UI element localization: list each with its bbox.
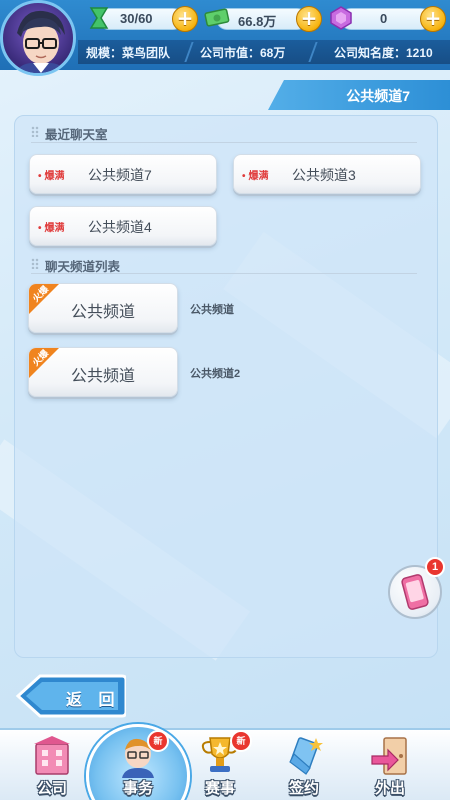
company-fame: 公司知名度：1210 — [334, 46, 433, 60]
add-money-button[interactable]: + — [296, 6, 322, 32]
new-badge: 新 — [147, 730, 169, 752]
company-scale: 规模：菜鸟团队 — [86, 46, 171, 60]
section-divider — [31, 142, 417, 143]
channel-list-item[interactable]: 火爆 公共频道 — [28, 347, 178, 397]
room-status-badge: 爆满 — [38, 219, 65, 234]
channel-description: 公共频道 — [190, 304, 234, 316]
nav-contract[interactable]: 签约 — [266, 732, 342, 800]
building-icon — [34, 736, 70, 775]
gem-value: 0 — [380, 11, 388, 26]
nav-label: 事务 — [122, 780, 153, 797]
back-label: 返 回 — [66, 692, 121, 709]
current-channel-label: 公共频道7 — [346, 88, 410, 104]
back-button[interactable]: 返 回 — [14, 672, 128, 720]
add-gem-button[interactable]: + — [420, 6, 446, 32]
recent-room-card[interactable]: 爆满 公共频道4 — [29, 206, 217, 246]
money-resource: 66.8万 + — [204, 4, 322, 32]
room-status-badge: 爆满 — [38, 167, 65, 182]
channel-name: 公共频道 — [70, 368, 135, 385]
cash-icon — [204, 8, 230, 27]
channel-description: 公共频道2 — [190, 368, 241, 380]
recent-rooms-title: 最近聊天室 — [31, 124, 108, 143]
stamina-value: 30/60 — [120, 11, 153, 26]
channel-list-item[interactable]: 火爆 公共频道 — [28, 283, 178, 333]
channel-name: 公共频道 — [70, 304, 135, 321]
add-stamina-button[interactable]: + — [172, 6, 198, 32]
room-status-badge: 爆满 — [242, 167, 269, 182]
room-name: 公共频道4 — [88, 219, 152, 235]
nav-label: 签约 — [288, 780, 319, 797]
divider — [184, 42, 194, 62]
nav-label: 外出 — [374, 780, 405, 797]
company-info-row: 规模：菜鸟团队 公司市值：68万 公司知名度：1210 — [78, 40, 450, 64]
nav-company[interactable]: 公司 — [14, 732, 90, 800]
money-value: 66.8万 — [238, 14, 277, 29]
nav-label: 公司 — [36, 780, 67, 797]
door-icon — [371, 737, 407, 775]
recent-room-card[interactable]: 爆满 公共频道7 — [29, 154, 217, 194]
stamina-resource: 30/60 + — [86, 4, 198, 32]
contract-icon — [289, 737, 323, 775]
player-avatar[interactable] — [0, 0, 76, 76]
divider — [308, 42, 318, 62]
nav-label: 赛事 — [204, 780, 235, 797]
gem-icon — [330, 6, 352, 30]
nav-outing[interactable]: 外出 — [352, 732, 428, 800]
gem-resource: 0 + — [328, 4, 446, 32]
resource-row: 30/60 + 66.8万 + 0 + — [78, 4, 446, 34]
current-channel-tab: 公共频道7 — [268, 80, 450, 110]
phone-notification-badge: 1 — [425, 557, 445, 577]
recent-room-card[interactable]: 爆满 公共频道3 — [233, 154, 421, 194]
new-badge: 新 — [230, 730, 252, 752]
section-divider — [31, 273, 417, 274]
room-name: 公共频道7 — [88, 167, 152, 183]
company-market-value: 公司市值：68万 — [200, 46, 286, 60]
room-name: 公共频道3 — [292, 167, 356, 183]
hourglass-icon — [89, 7, 109, 29]
